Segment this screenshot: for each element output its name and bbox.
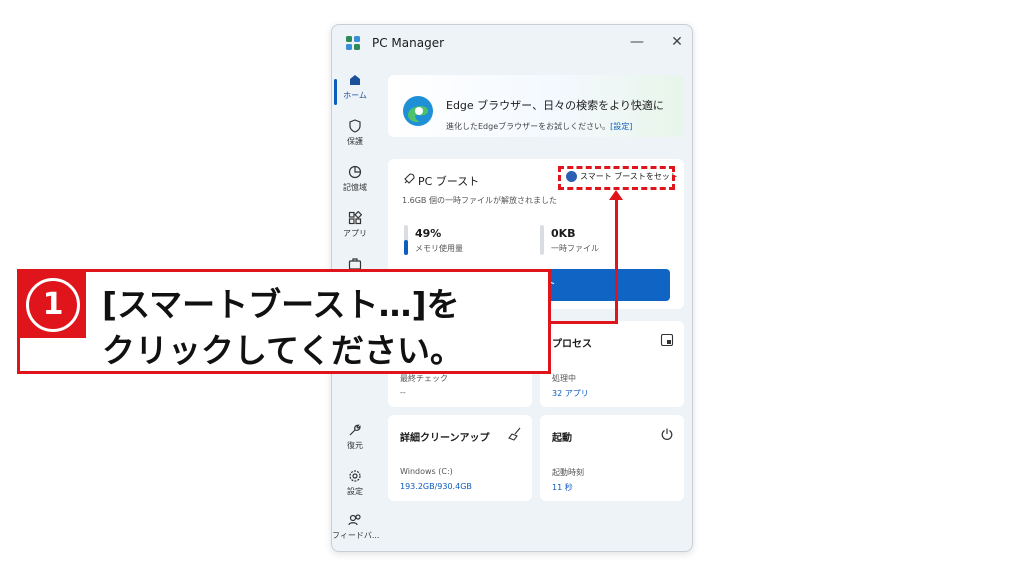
- banner-subtitle: 進化したEdgeブラウザーをお試しください。[設定]: [446, 122, 633, 131]
- sidebar-item-storage[interactable]: 記憶域: [332, 165, 378, 193]
- health-check-value: --: [400, 388, 406, 397]
- banner-settings-link[interactable]: [設定]: [610, 122, 632, 131]
- gear-icon: [349, 470, 361, 482]
- feedback-icon: [348, 514, 361, 526]
- deep-cleanup-title: 詳細クリーンアップ: [400, 433, 490, 444]
- instruction-line-1: [スマートブースト…]を: [102, 285, 460, 324]
- step-number-badge: 1: [20, 272, 86, 338]
- close-button[interactable]: ✕: [665, 31, 689, 53]
- pie-chart-icon: [348, 165, 362, 179]
- sidebar-item-restore[interactable]: 復元: [332, 423, 378, 451]
- broom-icon: [508, 427, 521, 441]
- sidebar-item-apps[interactable]: アプリ: [332, 211, 378, 239]
- rocket-icon: [404, 173, 415, 184]
- memory-gauge-fill: [404, 240, 408, 255]
- active-indicator: [334, 79, 337, 105]
- sidebar-item-label: 保護: [347, 137, 363, 146]
- shield-icon: [349, 119, 361, 133]
- health-check-label: 最終チェック: [400, 374, 448, 383]
- sidebar-item-feedback[interactable]: フィードバ...: [332, 513, 380, 541]
- boost-status-text: 1.6GB 個の一時ファイルが解放されました: [402, 196, 557, 205]
- wrench-icon: [349, 424, 361, 436]
- app-title: PC Manager: [372, 36, 445, 50]
- sidebar-item-label: ホーム: [343, 91, 367, 100]
- sidebar-item-label: 復元: [347, 441, 363, 450]
- startup-label: 起動時刻: [552, 468, 584, 477]
- memory-gauge: [404, 225, 408, 255]
- memory-value: 49%: [415, 227, 442, 240]
- pc-manager-logo-icon: [346, 36, 360, 50]
- sidebar-item-home[interactable]: ホーム: [332, 73, 378, 105]
- process-value: 32 アプリ: [552, 389, 589, 398]
- temp-files-gauge: [540, 225, 544, 255]
- temp-files-value: 0KB: [551, 227, 576, 240]
- banner-title: Edge ブラウザー、日々の検索をより快適に: [446, 99, 664, 112]
- drive-label: Windows (C:): [400, 467, 453, 476]
- edge-logo-icon: [403, 96, 433, 126]
- home-icon: [350, 75, 360, 85]
- sidebar-item-label: 設定: [347, 487, 363, 496]
- instruction-line-2: クリックしてください。: [102, 331, 464, 370]
- drive-usage-value: 193.2GB/930.4GB: [400, 482, 472, 491]
- instruction-callout: 1 [スマートブースト…]を クリックしてください。: [17, 269, 551, 374]
- annotation-arrow-line: [615, 196, 618, 324]
- title-bar: PC Manager — ✕: [332, 25, 692, 61]
- power-icon: [661, 428, 673, 440]
- sidebar-item-settings[interactable]: 設定: [332, 469, 378, 497]
- process-label: 処理中: [552, 374, 576, 383]
- sidebar-item-label: フィードバ...: [332, 531, 380, 540]
- memory-label: メモリ使用量: [415, 244, 463, 253]
- startup-title: 起動: [552, 433, 572, 444]
- step-number: 1: [26, 278, 80, 332]
- startup-time-value: 11 秒: [552, 483, 573, 492]
- deep-cleanup-card[interactable]: 詳細クリーンアップ Windows (C:) 193.2GB/930.4GB: [388, 415, 532, 501]
- apps-icon: [348, 211, 362, 225]
- pc-boost-title: PC ブースト: [418, 175, 480, 188]
- process-card[interactable]: プロセス 処理中 32 アプリ: [540, 321, 684, 407]
- annotation-arrow-line: [548, 321, 618, 324]
- process-icon: [660, 333, 674, 347]
- process-title: プロセス: [552, 339, 592, 350]
- minimize-button[interactable]: —: [625, 31, 649, 53]
- sidebar-item-label: 記憶域: [343, 183, 367, 192]
- sidebar-item-protection[interactable]: 保護: [332, 119, 378, 147]
- edge-promo-banner[interactable]: Edge ブラウザー、日々の検索をより快適に 進化したEdgeブラウザーをお試し…: [388, 75, 684, 137]
- sidebar-item-label: アプリ: [343, 229, 367, 238]
- temp-files-label: 一時ファイル: [551, 244, 599, 253]
- startup-card[interactable]: 起動 起動時刻 11 秒: [540, 415, 684, 501]
- smart-boost-highlight-box: [558, 166, 675, 190]
